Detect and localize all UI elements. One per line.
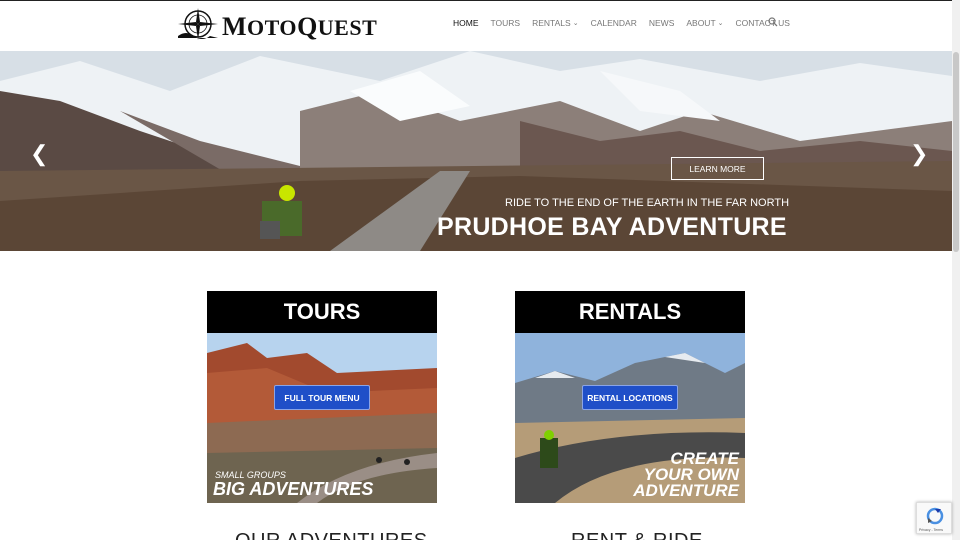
full-tour-menu-button[interactable]: FULL TOUR MENU	[274, 385, 370, 410]
hero-slider: ❮ ❯ LEARN MORE RIDE TO THE END OF THE EA…	[0, 51, 952, 251]
search-icon[interactable]	[768, 17, 778, 27]
tours-overlay-big: BIG ADVENTURES	[213, 479, 374, 499]
hero-subtitle: RIDE TO THE END OF THE EARTH IN THE FAR …	[505, 197, 790, 209]
recaptcha-label: Privacy - Terms	[919, 528, 944, 532]
nav-item-home[interactable]: HOME	[453, 18, 479, 28]
compass-rose-icon	[178, 8, 218, 40]
nav-item-tours[interactable]: TOURS	[491, 18, 521, 28]
rental-locations-button[interactable]: RENTAL LOCATIONS	[582, 385, 678, 410]
rentals-card-image: RENTAL LOCATIONS CREATE YOUR OWN ADVENTU…	[515, 333, 745, 503]
recaptcha-badge[interactable]: Privacy - Terms	[916, 502, 952, 534]
main-nav: HOME TOURS RENTALS ⌄ CALENDAR NEWS ABOUT ⌄…	[453, 18, 802, 28]
hero-title: PRUDHOE BAY ADVENTURE	[437, 213, 787, 241]
logo-text: MOTOQUEST	[222, 12, 378, 41]
site-header: MOTOQUEST HOME TOURS RENTALS ⌄ CALENDAR N…	[0, 0, 952, 50]
page-scrollbar[interactable]	[952, 0, 960, 540]
chevron-right-icon[interactable]: ❯	[910, 143, 928, 165]
nav-item-about[interactable]: ABOUT ⌄	[686, 18, 723, 28]
our-adventures-heading: OUR ADVENTURES	[235, 530, 428, 540]
chevron-down-icon: ⌄	[572, 20, 579, 27]
chevron-down-icon: ⌄	[717, 20, 724, 27]
nav-item-calendar[interactable]: CALENDAR	[591, 18, 637, 28]
rentals-overlay-line3: ADVENTURE	[633, 481, 739, 500]
nav-item-rentals[interactable]: RENTALS ⌄	[532, 18, 578, 28]
rentals-overlay-text: CREATE YOUR OWN ADVENTURE	[633, 450, 739, 500]
rentals-card-title: RENTALS	[515, 291, 745, 333]
nav-item-news[interactable]: NEWS	[649, 18, 675, 28]
tours-card-title: TOURS	[207, 291, 437, 333]
chevron-left-icon[interactable]: ❮	[30, 143, 48, 165]
learn-more-button[interactable]: LEARN MORE	[671, 157, 764, 180]
rentals-card[interactable]: RENTALS RENTAL LOCATIONS CREATE YOUR OWN…	[515, 291, 745, 503]
rent-ride-heading: RENT & RIDE	[571, 530, 703, 540]
site-logo[interactable]: MOTOQUEST	[176, 6, 377, 42]
tours-card-image: FULL TOUR MENU SMALL GROUPS BIG ADVENTUR…	[207, 333, 437, 503]
tours-card[interactable]: TOURS FULL TOUR MENU SMALL GROUPS BIG AD…	[207, 291, 437, 503]
scroll-thumb[interactable]	[953, 52, 959, 252]
recaptcha-icon	[926, 507, 944, 525]
nav-item-contact-us[interactable]: CONTACT US	[736, 18, 790, 28]
